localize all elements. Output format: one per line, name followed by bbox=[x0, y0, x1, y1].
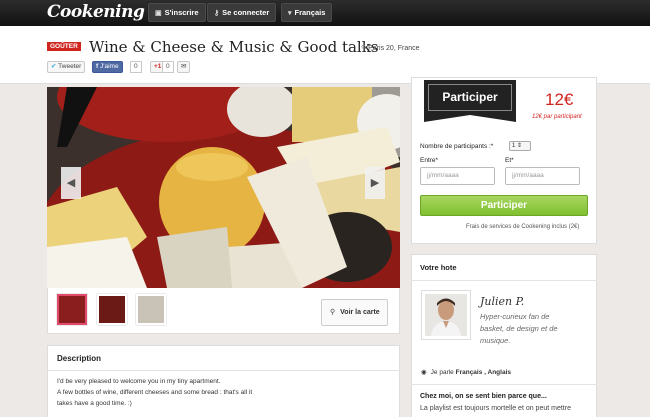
email-share-button[interactable]: ✉ bbox=[177, 61, 191, 73]
cheese-platter-image bbox=[47, 87, 400, 288]
end-date-input[interactable]: jj/mm/aaaa bbox=[505, 167, 580, 185]
host-avatar[interactable] bbox=[421, 290, 471, 340]
like-count: 0 bbox=[130, 61, 142, 73]
description-title: Description bbox=[57, 354, 102, 363]
service-fees-note: Frais de services de Cookening inclus (2… bbox=[466, 224, 580, 230]
participants-value: 1 bbox=[512, 143, 516, 149]
gallery-prev-arrow[interactable]: ◀ bbox=[61, 167, 81, 199]
thumbnail-1[interactable] bbox=[57, 294, 87, 325]
host-bio-line-2: basket, de design et de bbox=[480, 324, 558, 333]
location-text: Paris 20, France bbox=[368, 45, 420, 52]
like-label: J'aime bbox=[99, 63, 119, 70]
host-name: Julien P. bbox=[480, 295, 525, 308]
ribbon-label: Participer bbox=[428, 84, 512, 111]
twitter-icon: ✔ bbox=[51, 63, 57, 70]
view-map-label: Voir la carte bbox=[340, 309, 380, 316]
caret-down-icon: ▾ bbox=[288, 10, 292, 17]
participants-label: Nombre de participants :* bbox=[420, 143, 494, 150]
user-icon: ▣ bbox=[155, 10, 162, 17]
facebook-like-button[interactable]: f J'aime bbox=[92, 61, 123, 73]
event-type-badge: GOÛTER bbox=[47, 42, 81, 51]
enter-label: Entre* bbox=[420, 157, 439, 164]
and-label: Et* bbox=[505, 157, 514, 164]
signup-button[interactable]: ▣ S'inscrire bbox=[148, 3, 206, 22]
stepper-icon: ⇕ bbox=[517, 143, 523, 149]
envelope-icon: ✉ bbox=[181, 63, 187, 70]
host-bio-line-3: musique. bbox=[480, 336, 511, 345]
participer-ribbon: Participer bbox=[424, 80, 516, 122]
globe-icon: ◉ bbox=[421, 369, 427, 376]
chez-moi-text: La playlist est toujours mortelle et on … bbox=[420, 405, 571, 412]
start-date-input[interactable]: jj/mm/aaaa bbox=[420, 167, 495, 185]
facebook-icon: f bbox=[96, 63, 99, 70]
tweet-button[interactable]: ✔ Tweeter bbox=[47, 61, 86, 73]
thumbnail-2[interactable] bbox=[97, 294, 127, 325]
view-map-button[interactable]: ⚲ Voir la carte bbox=[321, 299, 388, 326]
description-line-2: A few bottles of wine, different cheeses… bbox=[57, 389, 253, 396]
divider bbox=[47, 370, 400, 371]
login-label: Se connecter bbox=[222, 8, 270, 17]
language-dropdown[interactable]: ▾ Français bbox=[281, 3, 333, 22]
event-title: Wine & Cheese & Music & Good talks bbox=[89, 38, 379, 56]
tweet-label: Tweeter bbox=[58, 63, 82, 70]
gplus-count: 0 bbox=[162, 61, 174, 73]
host-portrait bbox=[425, 294, 467, 336]
participate-button[interactable]: Participer bbox=[420, 195, 588, 216]
language-label: Français bbox=[294, 8, 326, 17]
signup-label: S'inscrire bbox=[164, 8, 199, 17]
divider bbox=[411, 384, 597, 385]
key-icon: ⚷ bbox=[214, 10, 220, 17]
map-pin-icon: ⚲ bbox=[361, 45, 367, 52]
gallery-next-arrow[interactable]: ▶ bbox=[365, 167, 385, 199]
description-line-1: I'd be very pleased to welcome you in my… bbox=[57, 378, 221, 385]
chez-moi-heading: Chez moi, on se sent bien parce que... bbox=[420, 393, 547, 400]
event-location: ⚲ Paris 20, France bbox=[361, 44, 420, 52]
login-button[interactable]: ⚷ Se connecter bbox=[207, 3, 277, 22]
host-languages: ◉ Je parle Français , Anglais bbox=[421, 368, 511, 376]
price: 12€ bbox=[545, 90, 574, 109]
event-photo bbox=[47, 87, 400, 288]
host-bio-line-1: Hyper-curieux fan de bbox=[480, 312, 550, 321]
languages-list: Français , Anglais bbox=[455, 369, 511, 376]
thumbnail-3[interactable] bbox=[136, 294, 166, 325]
participants-select[interactable]: 1 ⇕ bbox=[509, 141, 531, 151]
cookening-logo[interactable]: Cookening bbox=[47, 2, 145, 22]
price-per-participant: 12€ par participant bbox=[532, 114, 582, 120]
speaks-prefix: Je parle bbox=[430, 369, 454, 376]
host-section-title: Votre hote bbox=[420, 263, 457, 272]
map-pin-icon: ⚲ bbox=[330, 309, 336, 316]
divider bbox=[411, 280, 597, 281]
description-line-3: takes have a good time. :) bbox=[57, 400, 132, 407]
